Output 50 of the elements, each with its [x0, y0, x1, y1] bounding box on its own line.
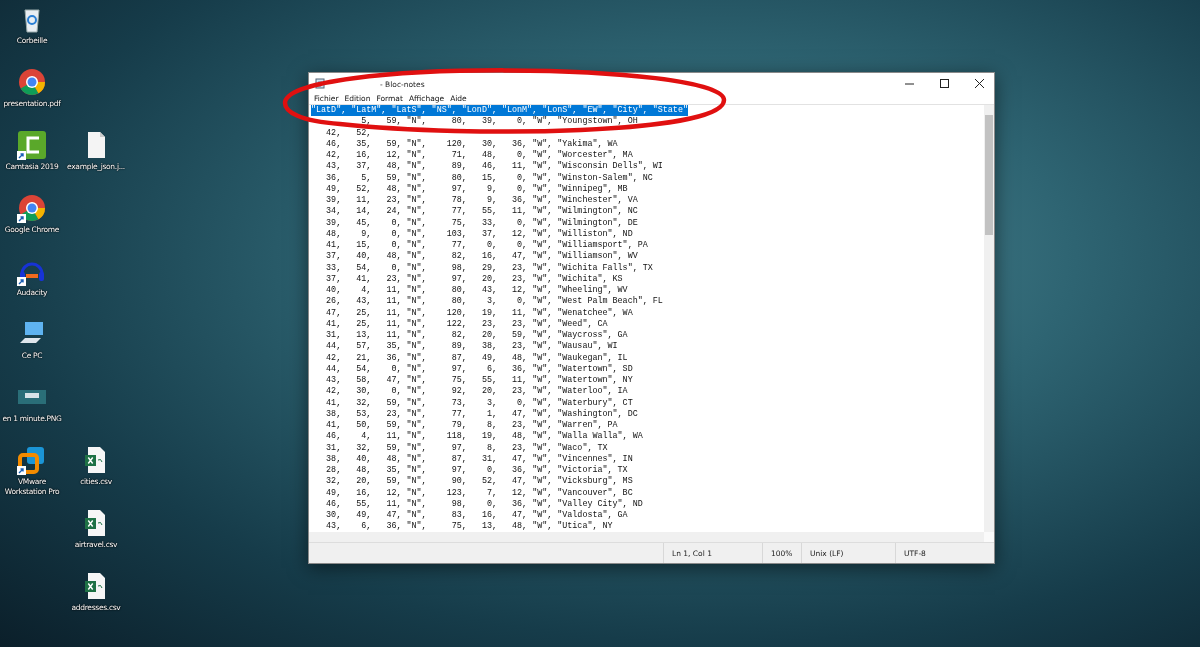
text-line: 31, 13, 11, "N", 82, 20, 59, "W", "Waycross", GA: [325, 330, 628, 341]
text-line: 41, 32, 59, "N", 73, 3, 0, "W", "Waterbury", CT: [325, 397, 633, 409]
notepad-icon: [315, 77, 325, 89]
text-line: 32, 20, 59, "N", 90, 52, 47, "W", "Vicksburg", MS: [325, 476, 633, 488]
text-line: 5, 59, "N", 80, 39, 0, "W", "Youngstown", OH: [360, 116, 638, 128]
shortcut-arrow-icon: [17, 151, 26, 160]
vertical-scrollbar[interactable]: [984, 105, 994, 532]
camtasia-icon: [17, 130, 47, 160]
shortcut-arrow-icon: [17, 214, 26, 223]
text-line: 34, 14, 24, "N", 77, 55, 11, "W", "Wilmington", NC: [325, 206, 638, 218]
scrollbar-thumb[interactable]: [985, 115, 993, 235]
text-line: 48, 9, 0, "N", 103, 37, 12, "W", "Williston", ND: [325, 228, 633, 240]
horizontal-scrollbar[interactable]: [309, 532, 984, 542]
text-line: 42, 52,: [325, 127, 372, 139]
text-line: 39, 11, 23, "N", 78, 9, 36, "W", "Winchester", VA: [325, 195, 638, 206]
text-line: 37, 41, 23, "N", 97, 20, 23, "W", "Wichita", KS: [325, 273, 623, 285]
text-line: 33, 54, 0, "N", 98, 29, 23, "W", "Wichita Falls", TX: [325, 262, 653, 274]
text-line: 26, 43, 11, "N", 80, 3, 0, "W", "West Palm Beach", FL: [325, 296, 663, 308]
text-line: 38, 53, 23, "N", 77, 1, 47, "W", "Washington", DC: [325, 408, 638, 420]
text-line: 41, 15, 0, "N", 77, 0, 0, "W", "Williamsport", PA: [325, 240, 648, 251]
shortcut-arrow-icon: [17, 466, 26, 475]
text-line: 46, 55, 11, "N", 98, 0, 36, "W", "Valley City", ND: [325, 498, 643, 510]
text-line: 40, 4, 11, "N", 80, 43, 12, "W", "Wheeling", WV: [325, 285, 628, 296]
text-line: 41, 50, 59, "N", 79, 8, 23, "W", "Warren", PA: [325, 420, 618, 431]
text-line: 36, 5, 59, "N", 80, 15, 0, "W", "Winston-Salem", NC: [325, 172, 653, 184]
text-line: 30, 49, 47, "N", 83, 16, 47, "W", "Valdosta", GA: [325, 510, 628, 521]
text-line: 46, 35, 59, "N", 120, 30, 36, "W", "Yakima", WA: [325, 138, 618, 150]
text-line: 47, 25, 11, "N", 120, 19, 11, "W", "Wenatchee", WA: [325, 307, 633, 319]
text-line: 31, 32, 59, "N", 97, 8, 23, "W", "Waco", TX: [325, 442, 608, 454]
close-icon: [974, 78, 984, 88]
text-line: 43, 6, 36, "N", 75, 13, 48, "W", "Utica", NY: [325, 521, 613, 532]
text-line: 43, 37, 48, "N", 89, 46, 11, "W", "Wisconsin Dells", WI: [325, 161, 663, 173]
shortcut-arrow-icon: [17, 277, 26, 286]
text-line: 39, 45, 0, "N", 75, 33, 0, "W", "Wilmington", DE: [325, 217, 638, 229]
text-line: 46, 4, 11, "N", 118, 19, 48, "W", "Walla Walla", WA: [325, 431, 643, 443]
text-line: 43, 58, 47, "N", 75, 55, 11, "W", "Watertown", NY: [325, 375, 633, 386]
text-line: 44, 54, 0, "N", 97, 6, 36, "W", "Watertown", SD: [325, 363, 633, 375]
text-line: 38, 40, 48, "N", 87, 31, 47, "W", "Vincennes", IN: [325, 453, 633, 465]
text-line: 42, 16, 12, "N", 71, 48, 0, "W", "Worcester", MA: [325, 150, 633, 161]
text-line: 44, 57, 35, "N", 89, 38, 23, "W", "Wausau", WI: [325, 341, 618, 353]
text-line: 49, 16, 12, "N", 123, 7, 12, "W", "Vancouver", BC: [325, 487, 633, 499]
text-line: 28, 48, 35, "N", 97, 0, 36, "W", "Victoria", TX: [325, 465, 628, 476]
text-line: 37, 40, 48, "N", 82, 16, 47, "W", "Williamson", WV: [325, 251, 638, 263]
chrome-icon: [17, 67, 47, 97]
text-line: 42, 30, 0, "N", 92, 20, 23, "W", "Waterloo", IA: [325, 386, 628, 398]
chrome-icon: [17, 193, 47, 223]
text-line: 41, 25, 11, "N", 122, 23, 23, "W", "Weed", CA: [325, 318, 608, 330]
text-line: 42, 21, 36, "N", 87, 49, 48, "W", "Waukegan", IL: [325, 352, 628, 364]
maximize-icon: [939, 78, 949, 88]
text-line: 49, 52, 48, "N", 97, 9, 0, "W", "Winnipeg", MB: [325, 183, 628, 195]
